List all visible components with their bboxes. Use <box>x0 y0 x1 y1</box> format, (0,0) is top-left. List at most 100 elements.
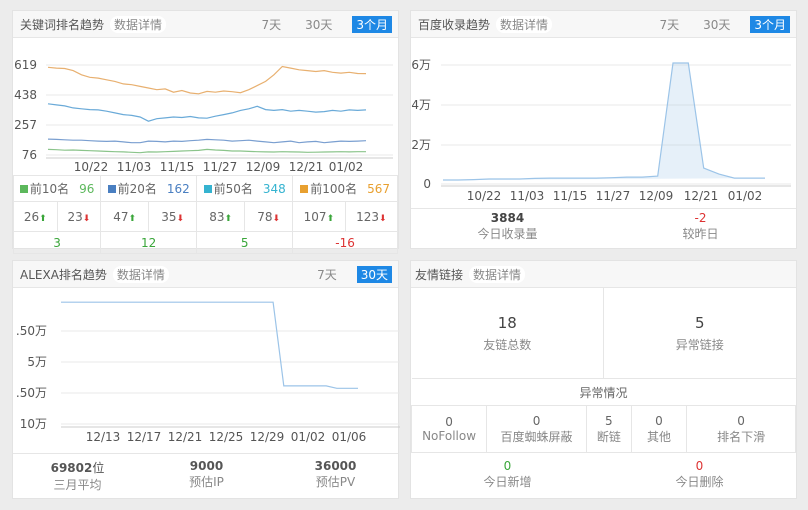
abnormal-item-value: 0 <box>532 413 541 428</box>
total-links-label: 友链总数 <box>483 337 532 352</box>
baidu-index-panel: 百度收录趋势 数据详情 7天 30天 3个月 6万 4万 2万 0 10/22 11/03 11/… <box>410 10 797 249</box>
x-tick-label: 01/02 <box>728 189 763 203</box>
data-detail-link[interactable]: 数据详情 <box>469 266 526 283</box>
alexa-ranking-panel: ALEXA排名趋势 数据详情 7天 30天 .50万 5万 .50万 10万 12/13 12… <box>12 260 400 499</box>
alexa-avg-rank: 69802 <box>50 461 93 475</box>
series-line-前20名 <box>47 138 367 144</box>
y-tick-label: 619 <box>14 58 37 72</box>
rank-down-count: 35 <box>161 209 177 224</box>
y-tick-label: .50万 <box>16 324 47 338</box>
rank-up-cell: 83⬆ <box>196 201 246 232</box>
x-tick-label: 11/27 <box>203 160 238 174</box>
y-tick-label: .50万 <box>16 386 47 400</box>
x-tick-label: 11/15 <box>553 189 588 203</box>
arrow-up-icon: ⬆ <box>326 213 335 224</box>
tab-3m[interactable]: 3个月 <box>750 16 790 33</box>
arrow-down-icon: ⬇ <box>272 213 281 224</box>
legend-value: 162 <box>166 182 190 196</box>
alexa-chart: .50万 5万 .50万 10万 12/13 12/17 12/21 12/25 12/29 01… <box>16 301 400 444</box>
series-line-收录量 <box>443 62 765 181</box>
data-detail-link[interactable]: 数据详情 <box>496 16 553 33</box>
tab-30d[interactable]: 30天 <box>301 16 336 33</box>
today-new: 0 <box>503 459 512 474</box>
tab-30d[interactable]: 30天 <box>699 16 734 33</box>
panel-title: 百度收录趋势 <box>418 18 491 32</box>
panel-header: 关键词排名趋势 数据详情 7天 30天 3个月 <box>13 11 398 38</box>
checkbox-icon[interactable] <box>300 185 309 193</box>
y-tick-label: 10万 <box>20 417 47 431</box>
ip-label: 预估IP <box>189 475 224 489</box>
today-indexed-count: 3884 <box>490 211 525 225</box>
baidu-index-chart: 6万 4万 2万 0 10/22 11/03 11/15 11/27 12/09 12/21 01/… <box>411 58 791 203</box>
change-label: 较昨日 <box>682 227 719 241</box>
legend-item[interactable]: 前10名 96 <box>12 175 102 202</box>
tab-7d[interactable]: 7天 <box>313 266 341 283</box>
legend-item[interactable]: 前20名 162 <box>100 175 198 202</box>
arrow-down-icon: ⬇ <box>82 213 91 224</box>
tab-7d[interactable]: 7天 <box>655 16 683 33</box>
y-tick-label: 76 <box>22 148 37 162</box>
abnormal-item: 5 断链 <box>585 405 632 453</box>
x-tick-label: 11/27 <box>596 189 631 203</box>
arrow-up-icon: ⬆ <box>39 213 47 224</box>
x-tick-label: 12/29 <box>250 430 285 444</box>
series-line-排名 <box>61 301 358 389</box>
abnormal-item-label: 百度蜘蛛屏蔽 <box>500 429 573 444</box>
rank-up-cell: 107⬆ <box>292 201 346 232</box>
legend-item[interactable]: 前100名 567 <box>292 175 398 202</box>
legend-label: 前20名 <box>117 182 157 196</box>
abnormal-links-label: 异常链接 <box>675 337 724 352</box>
series-line-前50名 <box>47 103 367 122</box>
avg-label: 三月平均 <box>53 478 102 492</box>
tab-7d[interactable]: 7天 <box>257 16 285 33</box>
x-tick-label: 01/02 <box>329 160 364 174</box>
arrow-down-icon: ⬇ <box>378 213 387 224</box>
x-tick-label: 12/25 <box>209 430 244 444</box>
keyword-chart: 619 438 257 76 10/22 11/03 11/15 11/27 12/09 12/2… <box>14 58 393 174</box>
rank-up-cell: 47⬆ <box>100 201 150 232</box>
x-tick-label: 12/21 <box>289 160 324 174</box>
legend-value: 96 <box>79 182 95 196</box>
abnormal-links: 5 <box>694 313 705 332</box>
rank-diff: 5 <box>196 231 294 254</box>
rank-up-count: 26 <box>23 209 40 224</box>
checkbox-icon[interactable] <box>107 185 116 193</box>
tab-30d[interactable]: 30天 <box>356 266 392 283</box>
tab-3m[interactable]: 3个月 <box>352 16 392 33</box>
x-tick-label: 11/03 <box>117 160 152 174</box>
rank-down-count: 78 <box>257 209 273 224</box>
legend-item[interactable]: 前50名 348 <box>196 175 294 202</box>
friend-links-panel: 友情链接 数据详情 18 友链总数 5 异常链接 异常情况 0 NoFollow 0 百度蜘… <box>410 260 797 499</box>
keyword-ranking-panel: 关键词排名趋势 数据详情 7天 30天 3个月 619 438 257 76 10/22 11/… <box>12 10 399 254</box>
arrow-down-icon: ⬇ <box>176 213 185 224</box>
abnormal-item-label: 排名下滑 <box>717 429 766 444</box>
total-links: 18 <box>497 313 517 332</box>
panel-title: 友情链接 <box>415 268 464 282</box>
abnormal-item-value: 0 <box>655 413 663 428</box>
abnormal-item: 0 百度蜘蛛屏蔽 <box>486 405 587 453</box>
x-tick-label: 11/15 <box>160 160 195 174</box>
x-tick-label: 12/17 <box>127 430 162 444</box>
data-detail-link[interactable]: 数据详情 <box>112 266 169 283</box>
rank-unit: 位 <box>92 461 105 475</box>
x-tick-label: 11/03 <box>510 189 545 203</box>
y-tick-label: 4万 <box>411 98 431 112</box>
legend-label: 前10名 <box>29 182 70 196</box>
checkbox-icon[interactable] <box>19 185 28 193</box>
checkbox-icon[interactable] <box>203 185 212 193</box>
data-detail-link[interactable]: 数据详情 <box>110 16 167 33</box>
panel-header: ALEXA排名趋势 数据详情 7天 30天 <box>13 261 398 288</box>
y-tick-label: 2万 <box>411 138 431 152</box>
x-tick-label: 12/21 <box>168 430 203 444</box>
estimated-ip: 9000 <box>189 459 224 473</box>
rank-up-count: 83 <box>209 209 225 224</box>
rank-down-count: 123 <box>356 209 379 224</box>
abnormal-item: 0 排名下滑 <box>686 405 796 453</box>
panel-title: 关键词排名趋势 <box>20 18 105 32</box>
y-tick-label: 5万 <box>27 355 47 369</box>
rank-down-count: 23 <box>67 209 83 224</box>
abnormal-item: 0 其他 <box>630 405 688 453</box>
pv-label: 预估PV <box>315 475 356 489</box>
rank-diff: 3 <box>12 231 102 254</box>
keyword-stats-table: 前10名 96 前20名 162 前50名 348 前100名 567 26⬆ 23⬇ 47⬆ 35… <box>12 175 399 254</box>
